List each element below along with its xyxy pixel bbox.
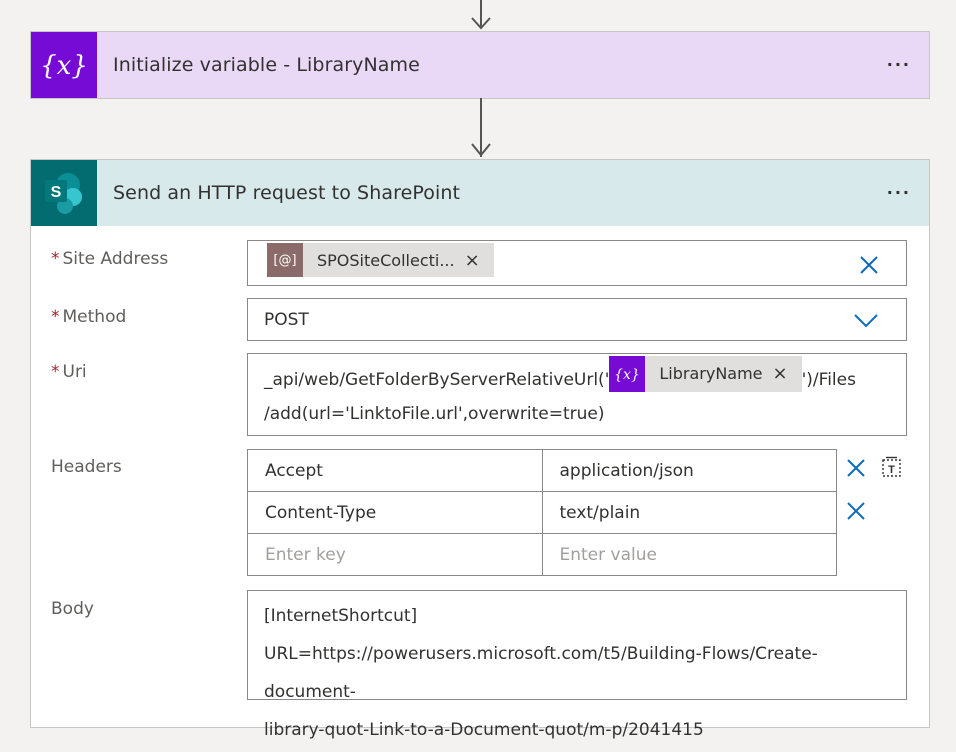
uri-prefix: _api/web/GetFolderByServerRelativeUrl(' bbox=[264, 370, 610, 390]
headers-label: Headers bbox=[51, 457, 122, 477]
site-address-label: * Site Address bbox=[51, 249, 169, 269]
clear-icon[interactable] bbox=[860, 256, 878, 274]
svg-text:{x}: {x} bbox=[40, 51, 88, 81]
method-dropdown[interactable]: POST bbox=[247, 298, 907, 341]
more-options-button[interactable]: ··· bbox=[887, 55, 911, 74]
site-address-field[interactable]: [@] SPOSiteCollecti... × bbox=[247, 240, 907, 286]
parameter-icon: [@] bbox=[267, 243, 303, 277]
body-line: library-quot-Link-to-a-Document-quot/m-p… bbox=[264, 720, 704, 740]
more-options-button[interactable]: ··· bbox=[887, 183, 911, 202]
library-name-token[interactable]: {x} LibraryName × bbox=[609, 356, 802, 392]
chevron-down-icon[interactable] bbox=[854, 314, 878, 328]
header-value-input[interactable]: application/json bbox=[541, 449, 837, 492]
switch-to-text-mode-icon[interactable]: T bbox=[880, 456, 904, 478]
token-label: LibraryName bbox=[659, 364, 763, 383]
method-label: * Method bbox=[51, 307, 127, 327]
variable-icon: {x} bbox=[609, 356, 646, 392]
svg-text:T: T bbox=[888, 464, 895, 476]
token-label: SPOSiteCollecti... bbox=[317, 250, 455, 270]
variable-icon: {x} bbox=[31, 32, 97, 98]
body-line: [InternetShortcut] bbox=[264, 606, 418, 626]
header-row: Content-Type text/plain bbox=[247, 491, 837, 534]
header-value-placeholder[interactable]: Enter value bbox=[541, 533, 837, 576]
body-line: URL=https://powerusers.microsoft.com/t5/… bbox=[264, 644, 818, 702]
header-key-placeholder[interactable]: Enter key bbox=[247, 533, 543, 576]
token-remove-button[interactable]: × bbox=[465, 250, 494, 271]
body-field[interactable]: [InternetShortcut] URL=https://poweruser… bbox=[247, 590, 907, 740]
token-remove-button[interactable]: × bbox=[773, 356, 802, 392]
card-title: Initialize variable - LibraryName bbox=[113, 54, 420, 76]
card-title: Send an HTTP request to SharePoint bbox=[113, 182, 461, 204]
connector-arrow-top bbox=[471, 0, 491, 31]
headers-table: Accept application/json Content-Type tex… bbox=[247, 449, 837, 576]
http-request-card: S Send an HTTP request to SharePoint ···… bbox=[30, 159, 930, 740]
body-label: Body bbox=[51, 599, 94, 619]
uri-line-2: /add(url='LinktoFile.url',overwrite=true… bbox=[264, 404, 605, 424]
connector-arrow bbox=[471, 98, 491, 158]
header-key-input[interactable]: Content-Type bbox=[247, 491, 543, 534]
method-value: POST bbox=[264, 310, 309, 330]
header-row-empty: Enter key Enter value bbox=[247, 533, 837, 576]
header-row: Accept application/json bbox=[247, 449, 837, 492]
uri-line-1: _api/web/GetFolderByServerRelativeUrl(' … bbox=[264, 356, 856, 392]
card-header[interactable]: {x} Initialize variable - LibraryName ··… bbox=[31, 32, 929, 98]
sharepoint-icon: S bbox=[31, 160, 97, 226]
uri-suffix: ')/Files bbox=[801, 370, 856, 390]
uri-label: * Uri bbox=[51, 362, 87, 382]
svg-text:S: S bbox=[51, 184, 62, 201]
uri-field[interactable]: _api/web/GetFolderByServerRelativeUrl(' … bbox=[247, 353, 907, 436]
header-key-input[interactable]: Accept bbox=[247, 449, 543, 492]
site-address-token[interactable]: [@] SPOSiteCollecti... × bbox=[267, 243, 494, 277]
svg-text:{x}: {x} bbox=[615, 367, 641, 383]
card-header[interactable]: S Send an HTTP request to SharePoint ··· bbox=[31, 160, 929, 226]
remove-header-icon[interactable] bbox=[847, 459, 865, 477]
header-value-input[interactable]: text/plain bbox=[541, 491, 837, 534]
remove-header-icon[interactable] bbox=[847, 502, 865, 520]
initialize-variable-card[interactable]: {x} Initialize variable - LibraryName ··… bbox=[30, 31, 930, 99]
